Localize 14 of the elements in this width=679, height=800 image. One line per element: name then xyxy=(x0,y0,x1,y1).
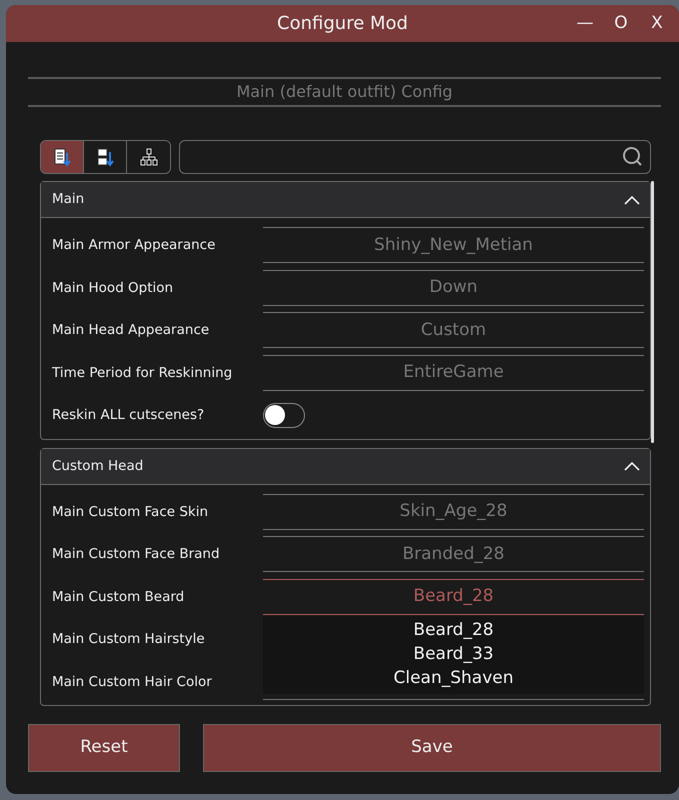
setting-label: Main Hood Option xyxy=(52,278,174,298)
setting-label: Main Custom Beard xyxy=(52,588,186,607)
setting-label: Main Custom Face Brand xyxy=(52,545,221,564)
setting-label: Main Custom Hair Color xyxy=(52,672,213,692)
config-heading: Main (default outfit) Config xyxy=(28,77,661,107)
setting-label: Main Head Appearance xyxy=(52,321,210,340)
setting-label: Reskin ALL cutscenes? xyxy=(52,406,206,426)
setting-label: Main Armor Appearance xyxy=(52,236,216,256)
section-title: Custom Head xyxy=(52,456,144,476)
setting-label: Time Period for Reskinning xyxy=(52,364,234,383)
section-title: Main xyxy=(52,190,84,210)
window-title: Configure Mod xyxy=(277,12,408,36)
setting-label: Main Custom Face Skin xyxy=(52,502,210,522)
setting-label: Main Custom Hairstyle xyxy=(52,630,206,650)
